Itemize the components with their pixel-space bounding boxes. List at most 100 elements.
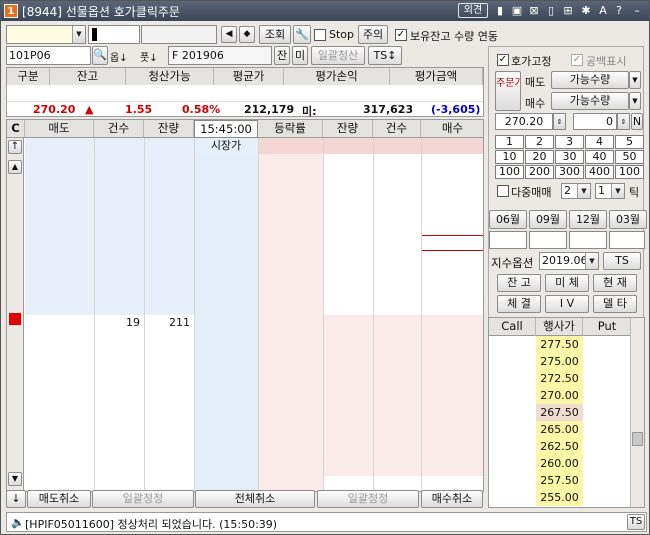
sell-order-slot[interactable] [25,460,94,476]
tab-0[interactable]: 잔 고 [497,274,541,292]
password-field[interactable] [88,25,140,44]
qty-preset-40[interactable]: 40 [585,150,614,164]
call-cell[interactable] [489,455,536,472]
chevron-down-icon[interactable]: ▼ [629,71,641,89]
put-cell[interactable] [583,370,632,387]
scroll-up-arrow-icon[interactable]: ↑ [8,140,22,154]
qty-preset-200[interactable]: 200 [525,165,554,179]
call-cell[interactable] [489,353,536,370]
price-input[interactable]: 270.20 [495,113,553,130]
qty-preset-20[interactable]: 20 [525,150,554,164]
strike-price[interactable]: 275.00 [536,353,583,370]
qty-spin-icon[interactable]: ⇕ [617,113,630,130]
code-input[interactable]: 101P06 [6,46,91,65]
put-cell[interactable] [583,353,632,370]
qty-preset-300[interactable]: 300 [555,165,584,179]
account-select[interactable]: ▼ [6,25,86,44]
buy-order-slot[interactable] [421,234,483,251]
minimize-icon[interactable]: – [630,3,644,18]
strike-price[interactable]: 255.00 [536,489,583,506]
month-slot[interactable] [609,231,645,249]
ts-button[interactable]: TS↕ [368,46,402,65]
put-cell[interactable] [583,438,632,455]
pin-icon[interactable]: ✱ [579,3,593,18]
n-button[interactable]: N [631,113,643,130]
quantity-input[interactable]: 0 [573,113,617,130]
status-ts-button[interactable]: TS [627,514,645,530]
qty-preset-3[interactable]: 3 [555,135,584,149]
down-arrow-icon[interactable]: ↓ [6,490,26,508]
sell-order-slot[interactable] [25,331,94,347]
put-cell[interactable] [583,455,632,472]
strike-price[interactable]: 270.00 [536,387,583,404]
chain-scroll-bar[interactable] [630,318,644,507]
query-button[interactable]: 조회 [259,25,291,44]
sell-order-slot[interactable] [25,412,94,428]
print-icon[interactable]: ▯ [544,3,558,18]
sell-qty-cell[interactable]: 211 [144,315,194,331]
sell-order-slot[interactable] [25,315,94,331]
month-slot[interactable] [529,231,567,249]
tab-3[interactable]: 체 결 [497,295,541,313]
stop-checkbox[interactable] [314,29,326,41]
bottom-button-2[interactable]: 전체취소 [195,490,315,508]
save-icon[interactable]: ⊠ [527,3,541,18]
sell-order-slot[interactable] [25,379,94,395]
chevron-down-icon[interactable]: ▼ [629,92,641,110]
strike-price[interactable]: 272.50 [536,370,583,387]
unfilled-button[interactable]: 미 [292,46,308,65]
month-09월[interactable]: 09월 [529,210,567,229]
call-cell[interactable] [489,421,536,438]
call-cell[interactable] [489,404,536,421]
lock-icon[interactable]: ▮ [493,3,507,18]
book-header-4[interactable]: 15:45:00 [194,120,258,138]
put-cell[interactable] [583,387,632,404]
ts-option-button[interactable]: TS [603,252,641,270]
tab-4[interactable]: I V [545,295,589,313]
call-cell[interactable] [489,370,536,387]
prev-arrow-icon[interactable]: ◀ [221,26,237,43]
qty-preset-5[interactable]: 5 [615,135,644,149]
bottom-button-0[interactable]: 매도취소 [27,490,91,508]
qty-preset-100[interactable]: 100 [495,165,524,179]
help-icon[interactable]: ? [612,3,626,18]
strike-price[interactable]: 265.00 [536,421,583,438]
put-toggle[interactable]: 풋↓ [140,49,158,64]
hold-sync-checkbox[interactable]: ✓ [395,29,407,41]
strike-price[interactable]: 257.50 [536,472,583,489]
font-icon[interactable]: A [596,3,610,18]
month-slot[interactable] [569,231,607,249]
ask-fix-checkbox[interactable]: ✓ [497,54,509,66]
sell-avail-qty-button[interactable]: 가능수량 [551,71,629,89]
sell-order-slot[interactable] [25,396,94,412]
empty-display-checkbox[interactable]: ✓ [571,54,583,66]
call-cell[interactable] [489,438,536,455]
qty-preset-2[interactable]: 2 [525,135,554,149]
search-icon[interactable]: 🔍 [92,46,108,65]
month-slot[interactable] [489,231,527,249]
option-month-select[interactable]: 2019.06 ▼ [539,252,599,270]
put-cell[interactable] [583,336,632,353]
call-cell[interactable] [489,472,536,489]
qty-preset-1[interactable]: 1 [495,135,524,149]
settle-all-button[interactable]: 일괄청산 [311,46,365,65]
bottom-button-3[interactable]: 일괄정정 [317,490,419,508]
strike-price[interactable]: 277.50 [536,336,583,353]
put-cell[interactable] [583,421,632,438]
sell-order-slot[interactable] [25,428,94,444]
qty-preset-400[interactable]: 400 [585,165,614,179]
chain-scroll-thumb[interactable] [632,432,643,446]
screen-icon[interactable]: ▣ [510,3,524,18]
qty-preset-4[interactable]: 4 [585,135,614,149]
multi-count-select[interactable]: 2 ▼ [561,183,591,199]
qty-preset-30[interactable]: 30 [555,150,584,164]
month-12월[interactable]: 12월 [569,210,607,229]
price-spin-icon[interactable]: ⇕ [553,113,566,130]
link-icon[interactable]: ⊞ [561,3,575,18]
strike-price[interactable]: 260.00 [536,455,583,472]
qty-preset-100[interactable]: 100 [615,165,644,179]
tool-icon[interactable]: 🔧 [293,25,311,44]
tab-1[interactable]: 미 체 [545,274,589,292]
tab-5[interactable]: 델 타 [593,295,637,313]
tab-2[interactable]: 현 재 [593,274,637,292]
